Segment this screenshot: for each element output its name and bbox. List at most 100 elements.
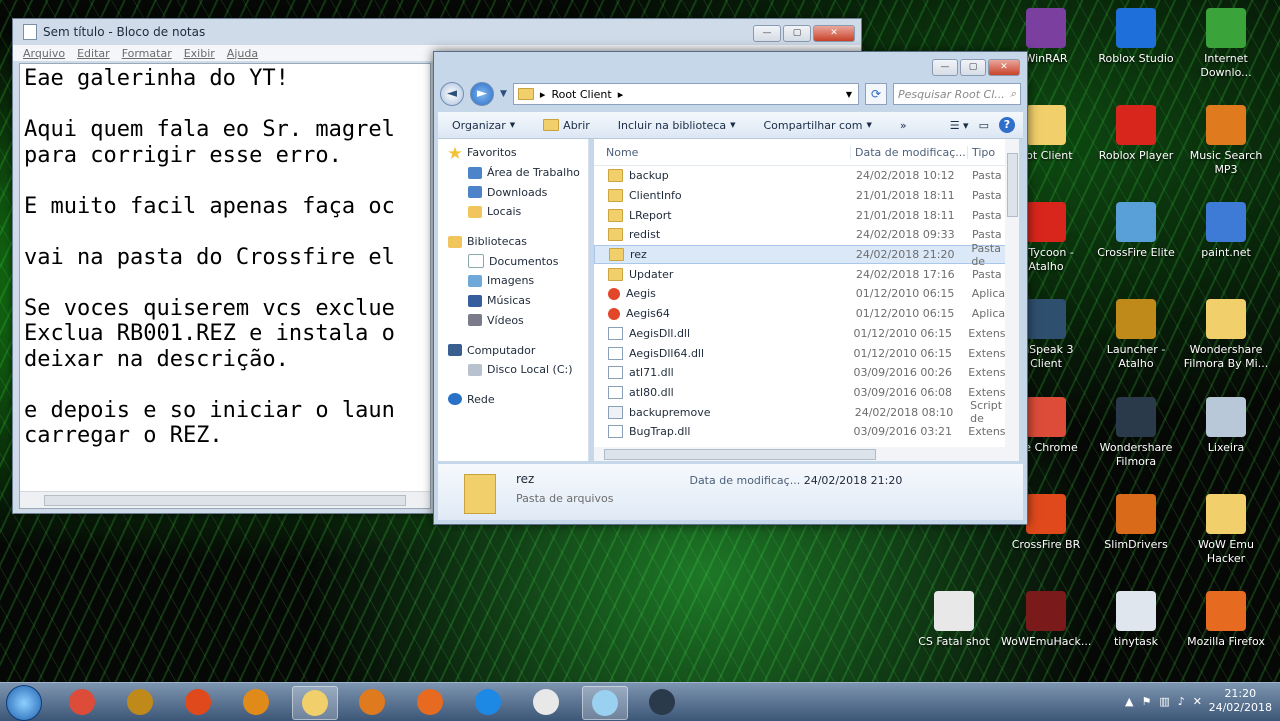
desktop-shortcut[interactable]: Roblox Player (1091, 105, 1181, 163)
desktop-shortcut[interactable]: Mozilla Firefox (1181, 591, 1271, 649)
nav-libraries[interactable]: Bibliotecas (438, 232, 588, 252)
file-row[interactable]: atl80.dll 03/09/2016 06:08 Extensão (594, 383, 1019, 403)
taskbar-chrome-button[interactable] (60, 686, 104, 718)
file-row[interactable]: Updater 24/02/2018 17:16 Pasta de (594, 264, 1019, 284)
desktop-shortcut[interactable]: Launcher - Atalho (1091, 299, 1181, 371)
file-row[interactable]: AegisDll.dll 01/12/2010 06:15 Extensão (594, 324, 1019, 344)
notification-icon[interactable]: ✕ (1193, 695, 1202, 708)
desktop-shortcut[interactable]: CrossFire Elite (1091, 202, 1181, 260)
address-bar[interactable]: ▸ Root Client ▸ ▼ (512, 83, 859, 105)
notepad-horizontal-scrollbar[interactable] (20, 491, 430, 508)
desktop-shortcut[interactable]: tinytask (1091, 591, 1181, 649)
file-row[interactable]: AegisDll64.dll 01/12/2010 06:15 Extensão (594, 343, 1019, 363)
column-name[interactable]: Nome (594, 146, 850, 159)
desktop-shortcut[interactable]: WoWEmuHack... (1001, 591, 1091, 649)
file-row[interactable]: BugTrap.dll 03/09/2016 03:21 Extensão (594, 422, 1019, 442)
file-row[interactable]: ClientInfo 21/01/2018 18:11 Pasta de (594, 186, 1019, 206)
file-row[interactable]: backup 24/02/2018 10:12 Pasta de (594, 166, 1019, 186)
back-button[interactable]: ◄ (440, 82, 464, 106)
menu-formatar[interactable]: Formatar (122, 47, 172, 60)
desktop-shortcut[interactable]: Wondershare Filmora By Mi... (1181, 299, 1271, 371)
nav-computer[interactable]: Computador (438, 340, 588, 360)
clock[interactable]: 21:20 24/02/2018 (1209, 687, 1272, 715)
menu-ajuda[interactable]: Ajuda (227, 47, 258, 60)
file-row[interactable]: LReport 21/01/2018 18:11 Pasta de (594, 205, 1019, 225)
address-dropdown-icon[interactable]: ▼ (846, 90, 852, 99)
explorer-window[interactable]: — ▢ ✕ ◄ ► ▼ ▸ Root Client ▸ ▼ ⟳ Pesquisa… (433, 51, 1028, 525)
desktop-shortcut[interactable]: Music Search MP3 (1181, 105, 1271, 177)
maximize-button[interactable]: ▢ (783, 25, 811, 42)
scrollbar-thumb[interactable] (44, 495, 406, 506)
forward-button[interactable]: ► (470, 82, 494, 106)
file-list-horizontal-scrollbar[interactable] (594, 447, 1005, 461)
maximize-button[interactable]: ▢ (960, 59, 986, 76)
desktop-shortcut[interactable]: SlimDrivers (1091, 494, 1181, 552)
minimize-button[interactable]: — (753, 25, 781, 42)
notepad-content[interactable]: Eae galerinha do YT! Aqui quem fala eo S… (20, 64, 430, 451)
minimize-button[interactable]: — (932, 59, 958, 76)
file-list-vertical-scrollbar[interactable] (1005, 139, 1019, 461)
search-input[interactable]: Pesquisar Root Cl... ⌕ (893, 83, 1021, 105)
nav-local-disk[interactable]: Disco Local (C:) (438, 360, 588, 380)
action-center-icon[interactable]: ⚑ (1141, 695, 1151, 708)
view-options-icon[interactable]: ☰ ▾ (950, 119, 969, 132)
nav-music[interactable]: Músicas (438, 291, 588, 311)
organize-button[interactable]: Organizar ▼ (438, 119, 529, 132)
file-row[interactable]: backupremove 24/02/2018 08:10 Script de (594, 399, 1019, 425)
taskbar-media-player-button[interactable] (350, 686, 394, 718)
desktop-shortcut[interactable]: Wondershare Filmora (1091, 397, 1181, 469)
more-commands-button[interactable]: » (886, 119, 921, 132)
desktop-shortcut[interactable]: paint.net (1181, 202, 1271, 260)
network-icon[interactable]: ▥ (1159, 695, 1169, 708)
help-icon[interactable]: ? (999, 117, 1015, 133)
show-hidden-icons-icon[interactable]: ▲ (1125, 695, 1133, 708)
desktop-shortcut[interactable]: Internet Downlo... (1181, 8, 1271, 80)
nav-documents[interactable]: Documentos (438, 251, 588, 271)
taskbar-crossfire-button[interactable] (176, 686, 220, 718)
taskbar-notepad-button[interactable] (582, 686, 628, 720)
nav-pictures[interactable]: Imagens (438, 271, 588, 291)
file-row[interactable]: rez 24/02/2018 21:20 Pasta de (594, 242, 1019, 268)
taskbar-wow-button[interactable] (118, 686, 162, 718)
taskbar-firefox-button[interactable] (408, 686, 452, 718)
nav-downloads[interactable]: Downloads (438, 182, 588, 202)
file-row[interactable]: redist 24/02/2018 09:33 Pasta de (594, 225, 1019, 245)
volume-icon[interactable]: ♪ (1178, 695, 1185, 708)
desktop-shortcut[interactable]: Lixeira (1181, 397, 1271, 455)
preview-pane-icon[interactable]: ▭ (979, 119, 989, 132)
menu-arquivo[interactable]: Arquivo (23, 47, 65, 60)
taskbar-explorer-button[interactable] (292, 686, 338, 720)
file-row[interactable]: Aegis64 01/12/2010 06:15 Aplicativ (594, 304, 1019, 324)
column-date[interactable]: Data de modificaç... (850, 145, 967, 159)
breadcrumb-separator-icon[interactable]: ▸ (618, 88, 624, 101)
file-row[interactable]: Aegis 01/12/2010 06:15 Aplicativ (594, 284, 1019, 304)
include-in-library-button[interactable]: Incluir na biblioteca ▼ (604, 119, 750, 132)
nav-places[interactable]: Locais (438, 202, 588, 222)
recent-pages-dropdown-icon[interactable]: ▼ (500, 89, 507, 99)
breadcrumb-separator-icon[interactable]: ▸ (540, 88, 546, 101)
scrollbar-thumb[interactable] (604, 449, 876, 460)
desktop-shortcut[interactable]: Roblox Studio (1091, 8, 1181, 66)
nav-videos[interactable]: Vídeos (438, 311, 588, 331)
desktop-shortcut[interactable]: CS Fatal shot (909, 591, 999, 649)
refresh-button[interactable]: ⟳ (865, 83, 887, 105)
file-row[interactable]: atl71.dll 03/09/2016 00:26 Extensão (594, 363, 1019, 383)
nav-desktop[interactable]: Área de Trabalho (438, 163, 588, 183)
share-with-button[interactable]: Compartilhar com ▼ (749, 119, 885, 132)
scrollbar-thumb[interactable] (1007, 153, 1018, 217)
breadcrumb-root-client[interactable]: Root Client (551, 88, 611, 101)
nav-network[interactable]: Rede (438, 390, 588, 410)
column-type[interactable]: Tipo (967, 145, 995, 159)
menu-editar[interactable]: Editar (77, 47, 110, 60)
start-button[interactable] (6, 685, 42, 721)
taskbar-cs-button[interactable] (524, 686, 568, 718)
close-button[interactable]: ✕ (813, 25, 855, 42)
menu-exibir[interactable]: Exibir (184, 47, 215, 60)
close-button[interactable]: ✕ (988, 59, 1020, 76)
desktop-shortcut[interactable]: WoW Emu Hacker (1181, 494, 1271, 566)
taskbar-filmora-button[interactable] (640, 686, 684, 718)
nav-favorites[interactable]: Favoritos (438, 143, 588, 163)
notepad-titlebar[interactable]: Sem título - Bloco de notas (13, 19, 861, 45)
taskbar-internet-explorer-button[interactable] (466, 686, 510, 718)
notepad-text-area[interactable]: Eae galerinha do YT! Aqui quem fala eo S… (19, 63, 431, 509)
